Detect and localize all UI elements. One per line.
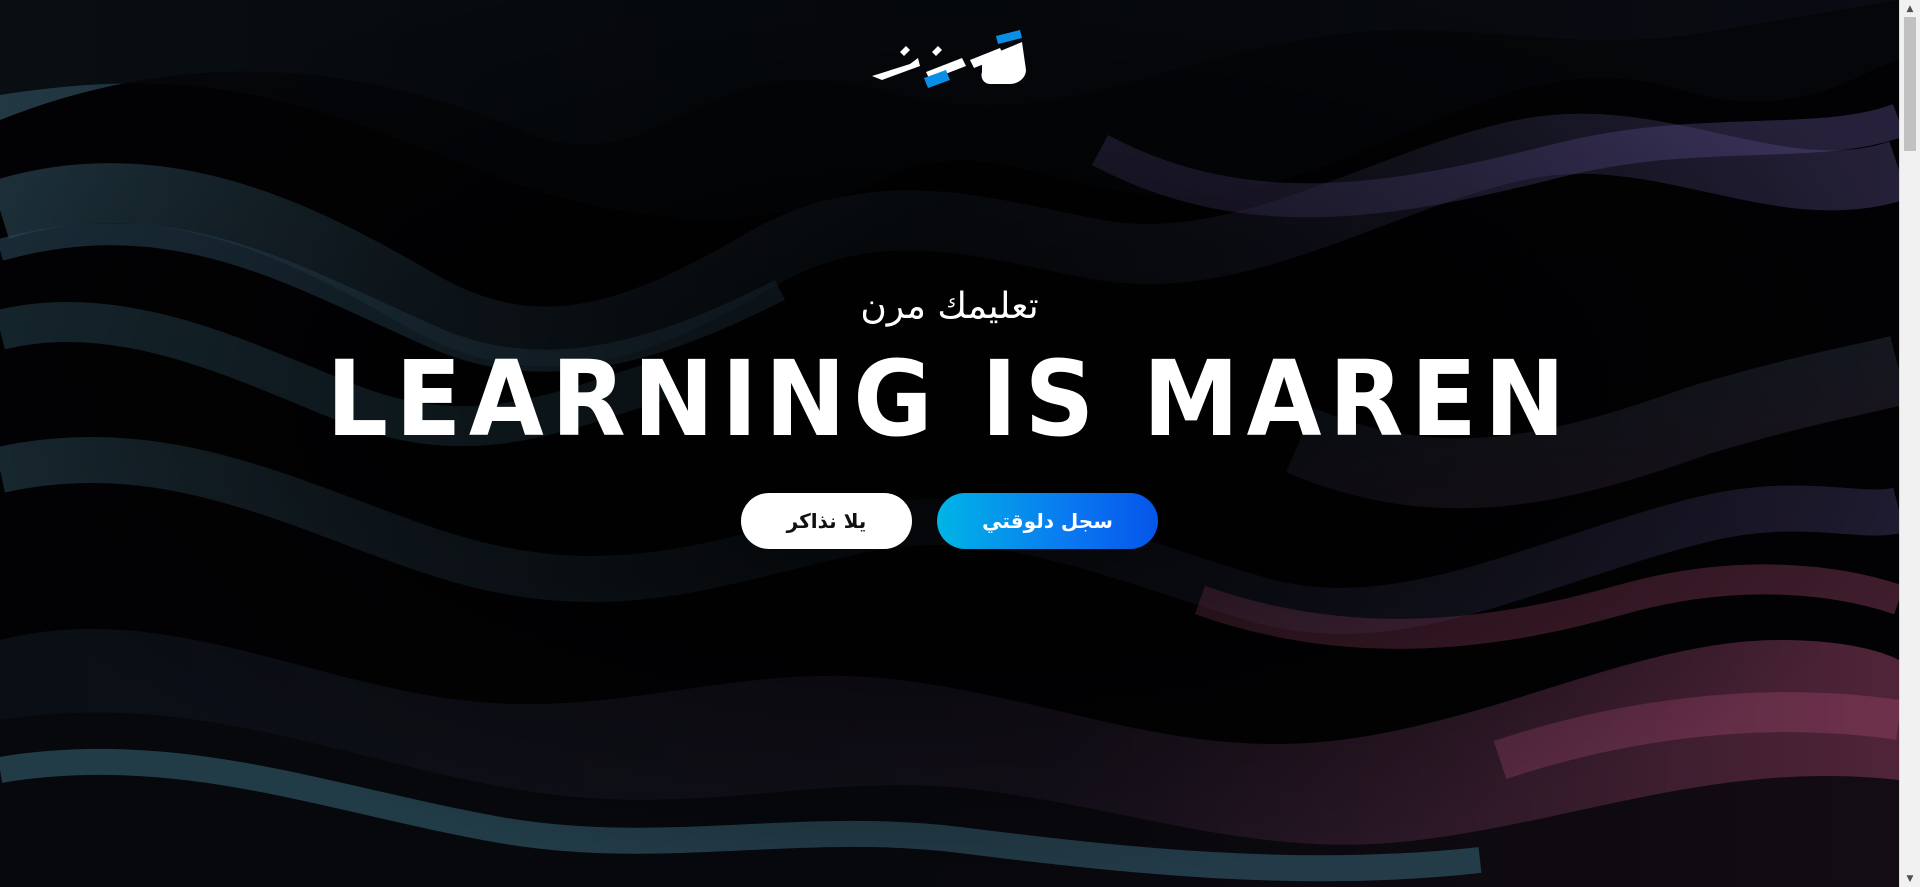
scroll-thumb[interactable] — [1904, 17, 1916, 151]
study-now-button[interactable]: يلا نذاكر — [741, 493, 912, 549]
hero-tagline: تعليمك مرن — [860, 286, 1039, 327]
register-now-button[interactable]: سجل دلوقتي — [937, 493, 1158, 549]
hero-headline: LEARNING IS MAREN — [326, 338, 1573, 460]
scroll-up-arrow-icon[interactable]: ▲ — [1900, 0, 1920, 17]
vertical-scrollbar[interactable]: ▲ ▼ — [1899, 0, 1920, 887]
hero-section: تعليمك مرن LEARNING IS MAREN يلا نذاكر س… — [0, 0, 1899, 887]
scroll-down-arrow-icon[interactable]: ▼ — [1900, 870, 1920, 887]
landing-page: تعليمك مرن LEARNING IS MAREN يلا نذاكر س… — [0, 0, 1920, 887]
